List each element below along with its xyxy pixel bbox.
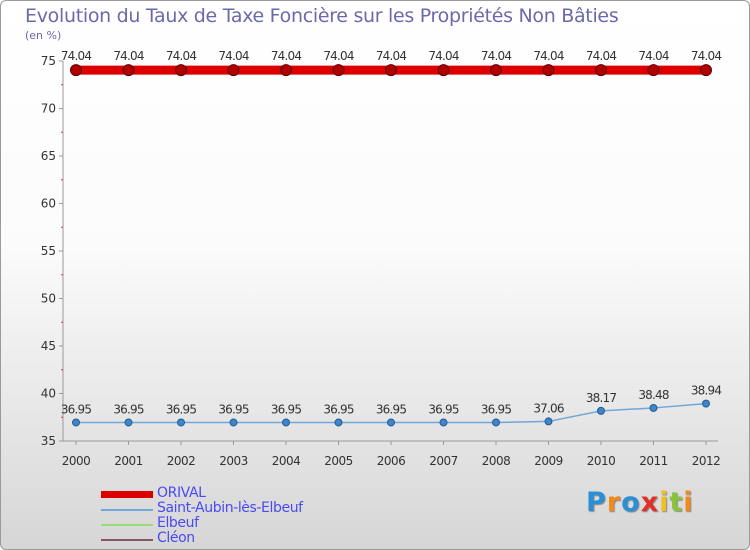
data-point xyxy=(439,418,448,427)
data-point xyxy=(175,64,187,77)
data-label: 74.04 xyxy=(218,49,249,63)
x-tick-label: 2010 xyxy=(587,454,616,468)
data-point xyxy=(597,406,605,415)
legend-swatch xyxy=(101,509,153,511)
y-tick-label: 70 xyxy=(41,102,56,116)
series-lines xyxy=(70,64,712,427)
data-point xyxy=(334,418,343,427)
data-label: 74.04 xyxy=(533,49,564,63)
data-label: 36.95 xyxy=(481,402,512,416)
data-point xyxy=(544,417,553,426)
x-tick-label: 2001 xyxy=(114,454,143,468)
data-label: 74.04 xyxy=(166,49,197,63)
data-label: 74.04 xyxy=(61,49,92,63)
data-label: 74.04 xyxy=(113,49,144,63)
legend-swatch xyxy=(101,524,153,526)
data-point xyxy=(542,64,555,77)
data-point xyxy=(492,418,500,427)
data-label: 38.94 xyxy=(691,384,722,398)
logo-letter: r xyxy=(606,487,622,518)
legend-label: ORIVAL xyxy=(157,485,206,501)
data-label: 36.95 xyxy=(61,402,92,416)
data-point xyxy=(700,64,712,77)
logo-letter: i xyxy=(659,487,670,518)
data-point xyxy=(387,418,395,427)
logo-letter: t xyxy=(669,487,684,518)
legend-label: Elbeuf xyxy=(157,515,199,531)
data-label: 74.04 xyxy=(323,49,354,63)
logo-letter: x xyxy=(640,487,660,518)
data-label: 36.95 xyxy=(113,402,144,416)
data-label: 36.95 xyxy=(428,402,459,416)
chart-frame: Evolution du Taux de Taxe Foncière sur l… xyxy=(0,0,750,550)
data-point xyxy=(227,64,240,77)
data-label: 74.04 xyxy=(586,49,617,63)
data-label: 36.95 xyxy=(323,402,354,416)
data-label: 36.95 xyxy=(271,402,302,416)
x-tick-label: 2006 xyxy=(377,454,406,468)
plot-area: 35 40 45 50 55 60 65 70 75 2000 2001 2002 2003 2004 20… xyxy=(41,49,722,468)
data-point xyxy=(122,64,135,77)
proxiti-logo: Proxiti xyxy=(586,487,694,518)
logo-letter: o xyxy=(621,487,641,518)
data-label: 74.04 xyxy=(638,49,669,63)
data-point xyxy=(385,64,397,77)
data-point xyxy=(437,64,450,77)
x-tick-label: 2009 xyxy=(534,454,563,468)
y-tick-label: 65 xyxy=(41,149,56,163)
data-label: 74.04 xyxy=(376,49,407,63)
x-tick-label: 2004 xyxy=(272,454,301,468)
data-label: 74.04 xyxy=(271,49,302,63)
data-label: 38.17 xyxy=(586,391,617,405)
data-point xyxy=(649,403,658,412)
y-tick-label: 40 xyxy=(41,387,56,401)
legend-label: Saint-Aubin-lès-Elbeuf xyxy=(157,500,303,516)
series-labels: 74.04 74.04 74.04 74.04 74.04 74.04 74.04 74.04… xyxy=(61,49,722,416)
legend-label: Cléon xyxy=(157,530,195,546)
legend-swatch xyxy=(101,539,153,541)
legend-swatch xyxy=(101,491,153,498)
x-tick-label: 2007 xyxy=(429,454,458,468)
data-point xyxy=(229,418,238,427)
data-label: 37.06 xyxy=(533,401,564,415)
data-point xyxy=(177,418,185,427)
y-tick-label: 60 xyxy=(41,197,56,211)
data-label: 74.04 xyxy=(691,49,722,63)
x-tick-label: 2008 xyxy=(482,454,511,468)
data-point xyxy=(70,64,82,77)
logo-letter: P xyxy=(586,487,607,518)
data-point xyxy=(280,64,292,77)
x-tick-label: 2002 xyxy=(167,454,196,468)
x-tick-label: 2000 xyxy=(62,454,91,468)
data-label: 36.95 xyxy=(166,402,197,416)
data-point xyxy=(332,64,345,77)
y-tick-label: 45 xyxy=(41,339,56,353)
data-point xyxy=(490,64,502,77)
data-point xyxy=(702,399,710,408)
data-point xyxy=(124,418,133,427)
y-tick-label: 35 xyxy=(41,434,56,448)
data-label: 74.04 xyxy=(428,49,459,63)
data-point xyxy=(72,418,80,427)
logo-letter: i xyxy=(683,487,694,518)
x-tick-label: 2011 xyxy=(639,454,668,468)
data-label: 36.95 xyxy=(218,402,249,416)
y-tick-label: 75 xyxy=(41,54,56,68)
x-tick-label: 2003 xyxy=(219,454,248,468)
data-point xyxy=(647,64,660,77)
data-label: 74.04 xyxy=(481,49,512,63)
x-tick-label: 2012 xyxy=(692,454,721,468)
y-tick-label: 50 xyxy=(41,292,56,306)
data-point xyxy=(282,418,290,427)
y-tick-label: 55 xyxy=(41,244,56,258)
data-point xyxy=(595,64,607,77)
data-label: 38.48 xyxy=(638,388,669,402)
data-label: 36.95 xyxy=(376,402,407,416)
x-tick-label: 2005 xyxy=(324,454,353,468)
